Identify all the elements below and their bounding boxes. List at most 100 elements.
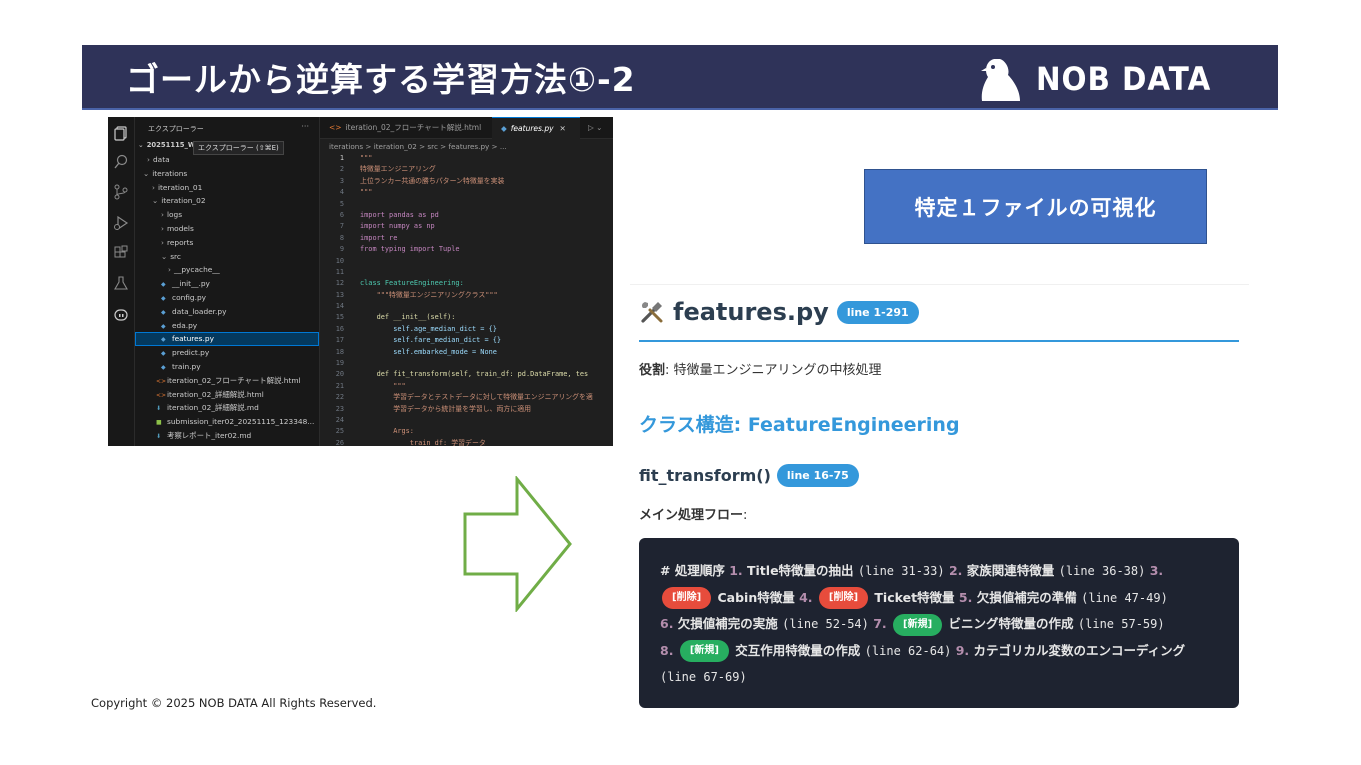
code-line: 20 def fit_transform(self, train_df: pd.… xyxy=(335,370,589,379)
file-title: features.py xyxy=(673,298,829,326)
tree-item[interactable]: ■ submission_iter02_20251115_123348... xyxy=(135,415,319,429)
tree-item[interactable]: ◆ data_loader.py xyxy=(135,305,319,319)
method-line-badge: line 16-75 xyxy=(776,464,859,487)
tree-item[interactable]: › data xyxy=(135,153,319,167)
code-line: 13 """特徴量エンジニアリングクラス""" xyxy=(335,290,498,299)
code-line: 10 xyxy=(335,256,344,265)
file-heading: features.py line 1-291 xyxy=(639,298,919,326)
code-line: 16 self.age_median_dict = {} xyxy=(335,324,497,333)
tree-item[interactable]: ⌄ src xyxy=(135,250,319,264)
slide-title: ゴールから逆算する学習方法①-2 xyxy=(126,60,636,99)
tree-item[interactable]: ◆ predict.py xyxy=(135,346,319,360)
right-arrow-icon xyxy=(463,476,572,612)
method-title: fit_transform() xyxy=(639,466,771,485)
code-line: 4 """ xyxy=(339,188,373,197)
breadcrumb[interactable]: iterations > iteration_02 > src > featur… xyxy=(329,142,507,151)
code-line: 5 xyxy=(339,199,344,208)
code-line: 1 """ xyxy=(339,154,373,162)
chevron-down-icon: ⌄ xyxy=(152,196,159,206)
tag-new: [新規] xyxy=(679,640,729,662)
tree-item[interactable]: ◆ eda.py xyxy=(135,319,319,333)
source-control-icon[interactable] xyxy=(113,184,129,200)
process-flow-text: # 処理順序 1. Title特徴量の抽出 (line 31-33) 2. 家族… xyxy=(660,563,1186,684)
brand-name: NOB DATA xyxy=(1035,60,1211,98)
flow-label: メイン処理フロー: xyxy=(639,508,748,523)
chevron-right-icon: › xyxy=(161,237,164,247)
py-file-icon: ◆ xyxy=(161,294,166,302)
tag-new: [新規] xyxy=(893,613,943,636)
code-line: 21 """ xyxy=(335,381,406,390)
chevron-right-icon: › xyxy=(152,182,155,192)
tab-features-py[interactable]: ◆ features.py ✕ xyxy=(492,117,580,139)
brand-logo: NOB DATA xyxy=(980,57,1226,101)
tag-deleted: [削除] xyxy=(818,587,869,609)
hammer-wrench-icon xyxy=(641,302,663,323)
extensions-icon[interactable] xyxy=(113,245,129,261)
code-line: 9 from typing import Tuple xyxy=(339,245,460,254)
copilot-icon[interactable] xyxy=(113,306,129,322)
run-debug-icon[interactable] xyxy=(113,215,129,231)
code-line: 8 import re xyxy=(339,233,398,242)
tree-item[interactable]: ⬇ iteration_02_詳細解説.md xyxy=(135,401,319,415)
documentation-panel: features.py line 1-291 役割: 特徴量エンジニアリングの中… xyxy=(630,284,1249,714)
tree-item[interactable]: › logs xyxy=(135,208,319,222)
code-line: 25 Args: xyxy=(335,427,414,436)
code-line: 14 xyxy=(335,302,344,311)
md-file-icon: ⬇ xyxy=(156,432,162,440)
tree-item[interactable]: ⌄ iterations xyxy=(135,167,319,181)
tree-item[interactable]: › __pycache__ xyxy=(135,263,319,277)
py-file-icon: ◆ xyxy=(161,281,166,289)
activity-bar xyxy=(108,117,135,446)
code-line: 23 学習データから統計量を学習し、両方に適用 xyxy=(335,404,531,413)
code-line: 2 特徴量エンジニアリング xyxy=(339,165,436,174)
slide-header: ゴールから逆算する学習方法①-2 NOB DATA xyxy=(82,45,1278,110)
class-heading: クラス構造: FeatureEngineering xyxy=(639,414,960,436)
testing-flask-icon[interactable] xyxy=(113,275,129,291)
tree-item[interactable]: ⬇ 考察レポート_iter02.md xyxy=(135,429,319,443)
close-icon[interactable]: ✕ xyxy=(560,124,566,133)
code-line: 17 self.fare_median_dict = {} xyxy=(335,336,502,345)
run-button[interactable]: ▷ ⌄ xyxy=(582,117,612,139)
tree-item[interactable]: ◆ __init__.py xyxy=(135,277,319,291)
files-icon[interactable] xyxy=(113,125,129,141)
md-file-icon: ⬇ xyxy=(156,405,162,413)
csv-file-icon: ■ xyxy=(156,419,162,427)
tag-deleted: [削除] xyxy=(662,587,712,609)
py-file-icon: ◆ xyxy=(161,350,166,358)
role-description: 役割: 特徴量エンジニアリングの中核処理 xyxy=(639,363,882,378)
tree-item[interactable]: <>iteration_02_フローチャート解説.html xyxy=(135,374,319,388)
heading-divider xyxy=(639,340,1239,342)
method-heading: fit_transform() line 16-75 xyxy=(639,464,859,487)
search-icon[interactable] xyxy=(113,154,129,170)
html-file-icon: <> xyxy=(156,391,167,399)
chevron-right-icon: › xyxy=(147,155,150,164)
tree-item[interactable]: ◆ config.py xyxy=(135,291,319,305)
code-line: 15 def __init__(self): xyxy=(335,313,456,322)
tree-item[interactable]: ◆ train.py xyxy=(135,360,319,374)
tab-flowchart-html[interactable]: <> iteration_02_フローチャート解説.html xyxy=(320,117,492,139)
explorer-more-button[interactable]: ··· xyxy=(301,122,309,131)
chevron-right-icon: › xyxy=(168,265,171,275)
code-line: 7 import numpy as np xyxy=(339,222,435,231)
editor-area: <> iteration_02_フローチャート解説.html ◆ features.… xyxy=(320,117,613,446)
tree-item[interactable]: ⌄ iteration_02 xyxy=(135,194,319,208)
explorer-panel: エクスプローラー ··· エクスプローラー (⇧⌘E) ⌄ 20251115_W … xyxy=(135,117,320,446)
code-line: 26 train_df: 学習データ xyxy=(335,438,486,446)
html-file-icon: <> xyxy=(156,377,167,385)
tree-item[interactable]: › models xyxy=(135,222,319,236)
code-line: 19 xyxy=(335,359,344,368)
py-file-icon: ◆ xyxy=(161,322,166,330)
tree-item[interactable]: › reports xyxy=(135,236,319,250)
code-view[interactable]: 1 """ 2 特徴量エンジニアリング 3 上位ランカー共通の勝ちパターン特徴量を実装 4 "… xyxy=(320,153,613,446)
code-line: 22 学習データとテストデータに対して特徴量エンジニアリングを適 xyxy=(335,393,593,402)
explorer-tooltip: エクスプローラー (⇧⌘E) xyxy=(193,141,284,155)
chevron-right-icon: › xyxy=(161,223,164,233)
code-line: 24 xyxy=(335,415,344,424)
penguin-logo-icon xyxy=(980,59,1020,101)
py-file-icon: ◆ xyxy=(161,336,166,344)
code-line: 6 import pandas as pd xyxy=(339,210,439,219)
file-tree: › data ⌄ iterations › iteration_01 ⌄ iteration_… xyxy=(135,153,319,443)
tree-item[interactable]: <>iteration_02_詳細解説.html xyxy=(135,388,319,402)
tree-item[interactable]: ◆ features.py xyxy=(135,332,319,347)
tree-item[interactable]: › iteration_01 xyxy=(135,181,319,195)
